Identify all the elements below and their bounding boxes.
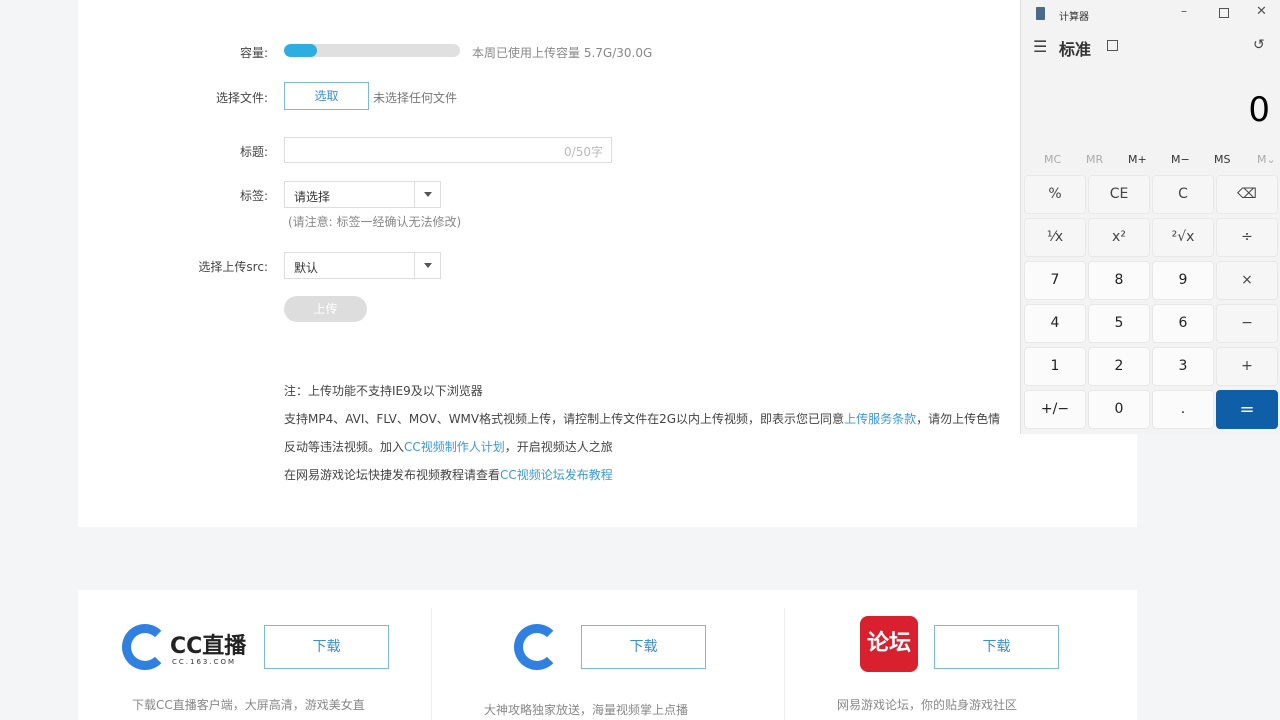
download-footer: CC直播 CC.163.COM 下载 下载CC直播客户端，大屏高清，游戏美女直 … <box>78 590 1137 720</box>
upload-button[interactable]: 上传 <box>284 296 367 322</box>
calc-key-1[interactable]: CE <box>1088 175 1150 214</box>
terms-link[interactable]: 上传服务条款 <box>844 412 916 426</box>
forum-logo-text: 论坛 <box>866 631 911 656</box>
calc-key-18[interactable]: 3 <box>1152 347 1214 386</box>
cc-logo-text: CC直播 <box>170 634 247 659</box>
memory-button-2[interactable]: M+ <box>1128 153 1147 166</box>
src-value: 默认 <box>294 261 319 275</box>
calc-key-14[interactable]: 6 <box>1152 304 1214 343</box>
history-icon[interactable]: ↺ <box>1253 37 1265 53</box>
note-text: ，请勿上传色情 <box>916 412 1001 426</box>
calc-key-9[interactable]: 8 <box>1088 261 1150 300</box>
capacity-fill <box>284 44 318 57</box>
calc-key-8[interactable]: 7 <box>1024 261 1086 300</box>
note-line-4: 在网易游戏论坛快捷发布视频教程请查看CC视频论坛发布教程 <box>284 466 613 483</box>
minimize-button[interactable]: – <box>1181 4 1187 18</box>
memory-button-0[interactable]: MC <box>1044 153 1061 166</box>
cc-logo-sub: CC.163.COM <box>172 658 237 666</box>
calc-key-7[interactable]: ÷ <box>1216 218 1278 257</box>
calc-key-12[interactable]: 4 <box>1024 304 1086 343</box>
capacity-progress <box>284 44 460 57</box>
note-text: 反动等违法视频。加入 <box>284 440 405 454</box>
download-button-forum[interactable]: 下载 <box>934 625 1059 669</box>
divider <box>431 608 432 720</box>
src-select[interactable]: 默认 <box>284 252 441 279</box>
cc-logo-icon <box>122 624 168 670</box>
file-status: 未选择任何文件 <box>373 91 458 105</box>
download-button-app[interactable]: 下载 <box>581 625 706 669</box>
memory-button-4[interactable]: MS <box>1214 153 1230 166</box>
calc-key-10[interactable]: 9 <box>1152 261 1214 300</box>
note-line-3: 反动等违法视频。加入CC视频制作人计划，开启视频达人之旅 <box>284 438 613 455</box>
upload-panel: 容量: 本周已使用上传容量 5.7G/30.0G 选择文件: 选取 未选择任何文… <box>78 0 1137 527</box>
tag-label: 标签: <box>239 189 268 203</box>
maximize-button[interactable] <box>1219 8 1229 18</box>
cc-app-logo-icon <box>514 624 560 670</box>
calc-key-15[interactable]: − <box>1216 304 1278 343</box>
capacity-text: 本周已使用上传容量 5.7G/30.0G <box>472 46 653 60</box>
memory-button-1[interactable]: MR <box>1086 153 1103 166</box>
display: 0 <box>1248 90 1270 130</box>
calc-key-4[interactable]: ¹⁄x <box>1024 218 1086 257</box>
calc-key-21[interactable]: 0 <box>1088 390 1150 429</box>
capacity-label: 容量: <box>239 46 268 60</box>
note-line-1: 注：上传功能不支持IE9及以下浏览器 <box>284 384 483 398</box>
calc-key-3[interactable]: ⌫ <box>1216 175 1278 214</box>
tag-hint: (请注意: 标签一经确认无法修改) <box>288 215 462 229</box>
calc-key-17[interactable]: 2 <box>1088 347 1150 386</box>
note-text: 在网易游戏论坛快捷发布视频教程请查看 <box>284 468 501 482</box>
note-text: 支持MP4、AVI、FLV、MOV、WMV格式视频上传，请控制上传文件在2G以内… <box>284 412 845 426</box>
divider <box>784 608 785 720</box>
tag-value: 请选择 <box>294 190 331 204</box>
memory-button-3[interactable]: M− <box>1171 153 1190 166</box>
title-counter: 0/50字 <box>564 145 603 159</box>
calc-key-0[interactable]: % <box>1024 175 1086 214</box>
calc-key-6[interactable]: ²√x <box>1152 218 1214 257</box>
cc-desc: 下载CC直播客户端，大屏高清，游戏美女直 <box>132 698 365 712</box>
calc-key-19[interactable]: + <box>1216 347 1278 386</box>
title-label: 标题: <box>239 145 268 159</box>
note-text: ，开启视频达人之旅 <box>504 440 613 454</box>
window-title: 计算器 <box>1059 12 1089 23</box>
src-label: 选择上传src: <box>198 260 268 274</box>
title-input[interactable]: 0/50字 <box>284 137 612 163</box>
keep-on-top-icon[interactable] <box>1107 40 1118 51</box>
calc-key-23[interactable]: = <box>1216 390 1278 429</box>
download-button-cc[interactable]: 下载 <box>264 625 389 669</box>
calc-key-11[interactable]: × <box>1216 261 1278 300</box>
tag-select[interactable]: 请选择 <box>284 181 441 208</box>
choose-file-button[interactable]: 选取 <box>284 82 369 110</box>
note-line-2: 支持MP4、AVI、FLV、MOV、WMV格式视频上传，请控制上传文件在2G以内… <box>284 410 1000 427</box>
file-label: 选择文件: <box>215 91 268 105</box>
calculator-app-icon <box>1036 7 1045 20</box>
calc-key-22[interactable]: . <box>1152 390 1214 429</box>
forum-tutorial-link[interactable]: CC视频论坛发布教程 <box>500 468 613 482</box>
calc-key-16[interactable]: 1 <box>1024 347 1086 386</box>
memory-button-5[interactable]: M⌄ <box>1257 153 1276 166</box>
calc-key-5[interactable]: x² <box>1088 218 1150 257</box>
menu-icon[interactable]: ☰ <box>1033 37 1047 56</box>
close-button[interactable]: ✕ <box>1256 4 1267 19</box>
app-desc: 大神攻略独家放送，海量视频掌上点播 <box>484 703 689 717</box>
chevron-down-icon <box>414 182 440 207</box>
calc-key-13[interactable]: 5 <box>1088 304 1150 343</box>
calc-key-2[interactable]: C <box>1152 175 1214 214</box>
mode-title: 标准 <box>1059 40 1092 59</box>
forum-logo: 论坛 <box>860 616 918 672</box>
forum-desc: 网易游戏论坛，你的贴身游戏社区 <box>837 698 1018 712</box>
calculator-window: 计算器 – ✕ ☰ 标准 ↺ 0 MC MR M+ M− MS M⌄ % CE C ⌫ ¹⁄x x²… <box>1020 0 1280 434</box>
chevron-down-icon <box>414 253 440 278</box>
creator-plan-link[interactable]: CC视频制作人计划 <box>404 440 505 454</box>
calc-key-20[interactable]: +/− <box>1024 390 1086 429</box>
